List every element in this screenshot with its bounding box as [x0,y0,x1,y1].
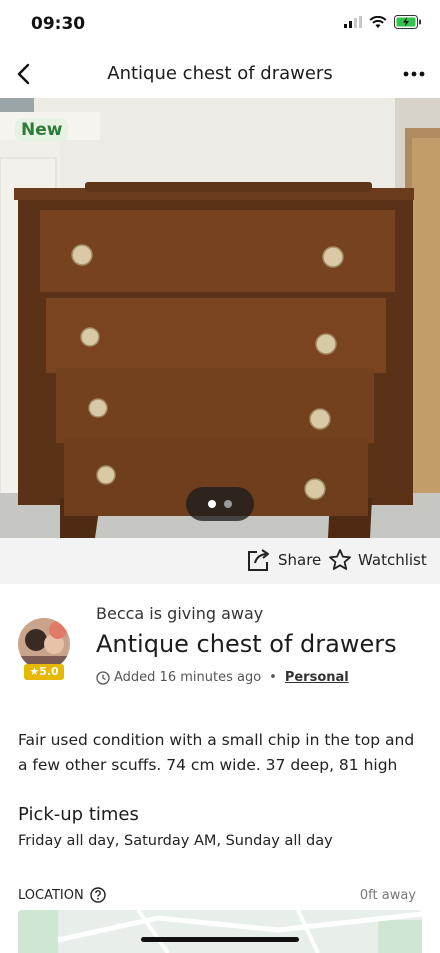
meta-separator: • [269,670,277,685]
rating-badge: ★5.0 [24,664,64,680]
nav-bar: Antique chest of drawers [0,50,440,98]
description: Fair used condition with a small chip in… [18,731,415,774]
share-button[interactable]: Share [246,548,321,572]
pickup-times: Friday all day, Saturday AM, Sunday all … [18,833,333,849]
new-badge: New [15,118,69,142]
home-indicator [141,937,299,942]
clock-icon [96,670,110,685]
battery-charging-icon [394,15,421,29]
map-image [18,910,422,953]
location-distance: 0ft away [359,888,416,903]
rating-value: 5.0 [39,665,59,678]
page-title: Antique chest of drawers [107,63,333,84]
location-label-text: LOCATION [18,887,84,903]
share-icon [248,549,269,571]
cellular-signal-icon [344,16,362,28]
wifi-icon [369,15,387,28]
location-map[interactable] [18,910,422,953]
avatar[interactable] [18,618,70,670]
more-options-icon[interactable] [398,58,430,90]
status-bar: 09:30 [0,0,440,50]
share-label: Share [278,551,322,569]
personal-link[interactable]: Personal [285,670,349,685]
added-time: Added 16 minutes ago [114,670,262,685]
watchlist-label: Watchlist [358,551,427,569]
pickup-heading: Pick-up times [18,804,139,825]
location-label: LOCATION [18,887,106,903]
giver-text: Becca is giving away [96,604,264,623]
back-arrow-icon[interactable] [10,58,42,90]
help-icon[interactable] [90,887,106,903]
pager-dot-active[interactable] [208,500,216,508]
chest-of-drawers-image [0,98,440,538]
photo-pager[interactable] [186,487,254,521]
watchlist-button[interactable]: Watchlist [328,548,427,572]
status-icons [344,15,422,29]
star-icon [329,549,351,570]
listing-meta: Added 16 minutes ago • Personal [96,670,349,685]
pager-dot[interactable] [224,500,232,508]
action-bar: Share Watchlist [0,538,440,584]
listing-photo[interactable]: New [0,98,440,538]
status-time: 09:30 [31,14,86,34]
item-title: Antique chest of drawers [96,630,397,658]
